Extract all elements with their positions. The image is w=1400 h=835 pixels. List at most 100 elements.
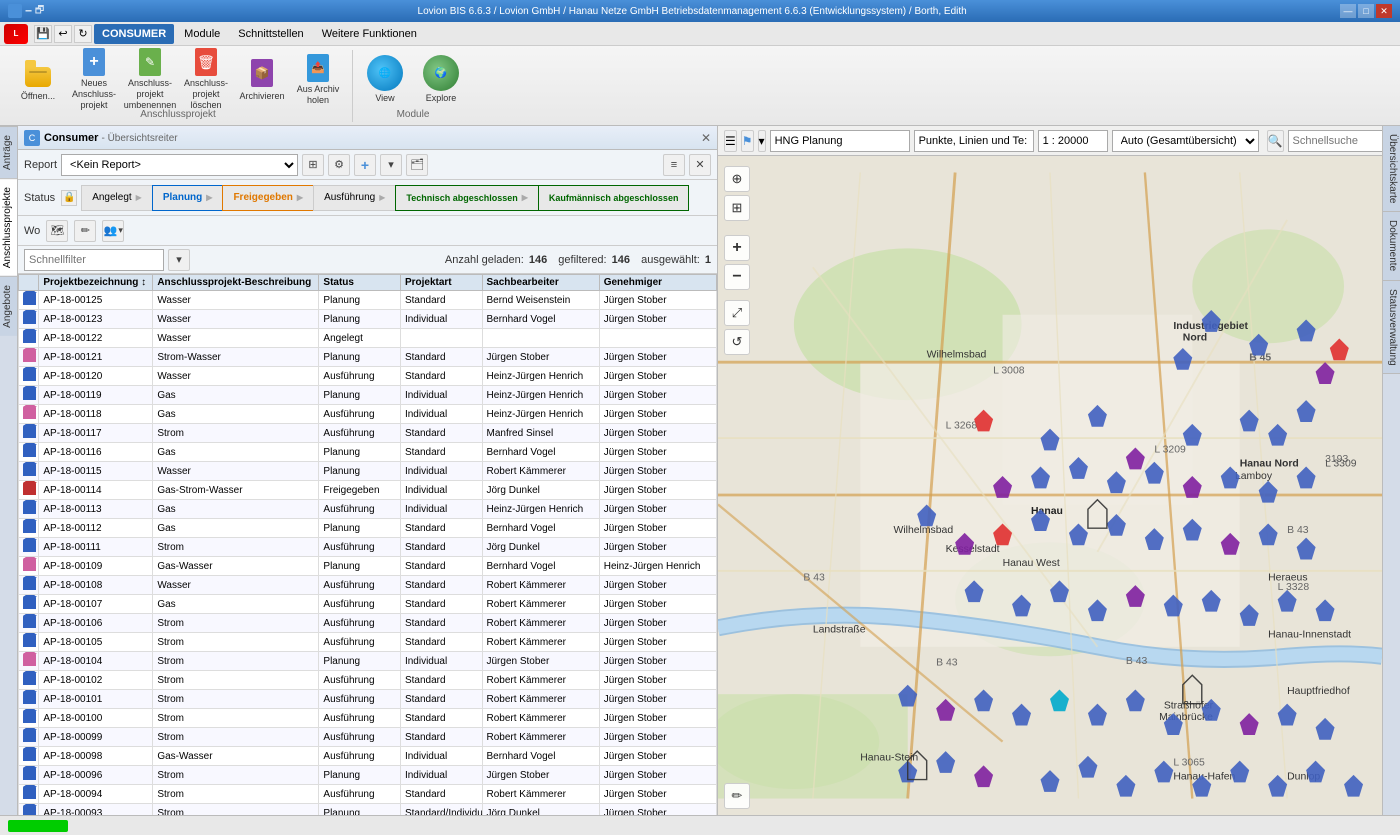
table-row[interactable]: AP-18-00104 Strom Planung Individual Jür… [19, 652, 717, 671]
table-row[interactable]: AP-18-00094 Strom Ausführung Standard Ro… [19, 785, 717, 804]
quick-access-save[interactable]: 💾 [34, 25, 52, 43]
right-tab-status[interactable]: Statusverwaltung [1383, 281, 1400, 375]
table-row[interactable]: AP-18-00105 Strom Ausführung Standard Ro… [19, 633, 717, 652]
table-row[interactable]: AP-18-00108 Wasser Ausführung Standard R… [19, 576, 717, 595]
map-zoom-in-btn[interactable]: + [724, 235, 750, 261]
report-settings-btn[interactable]: ⚙ [328, 154, 350, 176]
table-row[interactable]: AP-18-00099 Strom Ausführung Standard Ro… [19, 728, 717, 747]
table-row[interactable]: AP-18-00100 Strom Ausführung Standard Ro… [19, 709, 717, 728]
map-scale-input[interactable] [1038, 130, 1108, 152]
toolbar-btn-oeffnen[interactable]: Öffnen... [12, 52, 64, 108]
toolbar-btn-archivieren[interactable]: 📦 Archivieren [236, 52, 288, 108]
menu-item-module[interactable]: Module [176, 24, 228, 44]
close-button[interactable]: ✕ [1376, 4, 1392, 18]
map-image[interactable]: B 45 L 3268 L 3008 L 3209 B 43 B 43 B 43… [718, 156, 1382, 815]
status-btn-kaufmaennisch[interactable]: Kaufmännisch abgeschlossen [538, 185, 690, 211]
map-name-input[interactable] [770, 130, 910, 152]
report-select[interactable]: <Kein Report> [61, 154, 298, 176]
status-btn-technisch[interactable]: Technisch abgeschlossen [395, 185, 539, 211]
table-row[interactable]: AP-18-00098 Gas-Wasser Ausführung Indivi… [19, 747, 717, 766]
menu-item-schnittstellen[interactable]: Schnittstellen [230, 24, 311, 44]
report-add-btn[interactable]: + [354, 154, 376, 176]
table-row[interactable]: AP-18-00093 Strom Planung Standard/Indiv… [19, 804, 717, 816]
status-btn-planung[interactable]: Planung [152, 185, 224, 211]
table-row[interactable]: AP-18-00096 Strom Planung Individual Jür… [19, 766, 717, 785]
col-projektbezeichnung[interactable]: Projektbezeichnung ↕ [39, 275, 153, 291]
status-btn-angelegt[interactable]: Angelegt [81, 185, 153, 211]
col-genehmiger[interactable]: Genehmiger [599, 275, 716, 291]
report-menu-btn[interactable]: ≡ [663, 154, 685, 176]
restore-button[interactable]: □ [1358, 4, 1374, 18]
toolbar-btn-explore[interactable]: 🌍 Explore [415, 52, 467, 108]
schnellfilter-input[interactable] [24, 249, 164, 271]
map-zoom-out-btn[interactable]: − [724, 264, 750, 290]
table-row[interactable]: AP-18-00125 Wasser Planung Standard Bern… [19, 291, 717, 310]
map-flag-btn[interactable]: ⚑ [741, 130, 754, 152]
right-tab-dokumente[interactable]: Dokumente [1383, 212, 1400, 280]
table-row[interactable]: AP-18-00121 Strom-Wasser Planung Standar… [19, 348, 717, 367]
map-view-select[interactable]: Auto (Gesamtübersicht) [1112, 130, 1259, 152]
table-row[interactable]: AP-18-00113 Gas Ausführung Individual He… [19, 500, 717, 519]
map-arrow-btn[interactable]: ▾ [758, 130, 766, 152]
quick-access-refresh[interactable]: ↻ [74, 25, 92, 43]
report-filter-btn[interactable]: ⊞ [302, 154, 324, 176]
filter-group-btn[interactable]: 👥▾ [102, 220, 124, 242]
filter-map-btn[interactable]: 🗺 [46, 220, 68, 242]
map-rotate-btn[interactable]: ↺ [724, 329, 750, 355]
map-container[interactable]: ☰ ⚑ ▾ Auto (Gesamtübersicht) 🔍 ⛶ [718, 126, 1382, 815]
map-edit-btn[interactable]: ✏ [724, 783, 750, 809]
menu-item-weitere[interactable]: Weitere Funktionen [314, 24, 425, 44]
table-row[interactable]: AP-18-00107 Gas Ausführung Standard Robe… [19, 595, 717, 614]
table-row[interactable]: AP-18-00102 Strom Ausführung Standard Ro… [19, 671, 717, 690]
sidebar-tab-angebote[interactable]: Angebote [0, 276, 17, 336]
map-search-icon[interactable]: 🔍 [1267, 130, 1284, 152]
table-row[interactable]: AP-18-00118 Gas Ausführung Individual He… [19, 405, 717, 424]
status-btn-freigegeben[interactable]: Freigegeben [222, 185, 314, 211]
report-layers-btn[interactable]: 🗂 [406, 154, 428, 176]
table-row[interactable]: AP-18-00120 Wasser Ausführung Standard H… [19, 367, 717, 386]
table-row[interactable]: AP-18-00109 Gas-Wasser Planung Standard … [19, 557, 717, 576]
map-type-input[interactable] [914, 130, 1034, 152]
titlebar-controls[interactable]: — □ ✕ [1340, 4, 1392, 18]
row-projektbezeichnung: AP-18-00109 [39, 557, 153, 576]
sidebar-tab-antraege[interactable]: Anträge [0, 126, 17, 178]
table-row[interactable]: AP-18-00119 Gas Planung Individual Heinz… [19, 386, 717, 405]
map-nav-btn[interactable]: ☰ [724, 130, 737, 152]
map-search-input[interactable] [1288, 130, 1382, 152]
quick-access-undo[interactable]: ↩ [54, 25, 72, 43]
toolbar-btn-view[interactable]: 🌐 View [359, 52, 411, 108]
col-projektart[interactable]: Projektart [400, 275, 482, 291]
panel-close-button[interactable]: ✕ [701, 131, 711, 145]
toolbar-btn-aus-archiv[interactable]: 📤 Aus Archiv holen [292, 52, 344, 108]
map-zoom-area-btn[interactable]: ⤢ [724, 300, 750, 326]
table-row[interactable]: AP-18-00114 Gas-Strom-Wasser Freigegeben… [19, 481, 717, 500]
app-logo[interactable]: L [4, 24, 28, 44]
report-dropdown-btn[interactable]: ▾ [380, 154, 402, 176]
toolbar-btn-loeschen[interactable]: 🗑 Anschluss-projekt löschen [180, 52, 232, 108]
map-pan-btn[interactable]: ⊕ [724, 166, 750, 192]
right-tab-uebersicht[interactable]: Übersichtskarte [1383, 126, 1400, 212]
table-row[interactable]: AP-18-00116 Gas Planung Standard Bernhar… [19, 443, 717, 462]
table-row[interactable]: AP-18-00112 Gas Planung Standard Bernhar… [19, 519, 717, 538]
col-beschreibung[interactable]: Anschlussprojekt-Beschreibung [153, 275, 319, 291]
map-layers-btn[interactable]: ⊞ [724, 195, 750, 221]
sidebar-tab-anschlussprojekte[interactable]: Anschlussprojekte [0, 178, 17, 276]
minimize-button[interactable]: — [1340, 4, 1356, 18]
col-sachbearbeiter[interactable]: Sachbearbeiter [482, 275, 599, 291]
toolbar-btn-neues[interactable]: + Neues Anschluss-projekt [68, 52, 120, 108]
table-row[interactable]: AP-18-00101 Strom Ausführung Standard Ro… [19, 690, 717, 709]
report-close-btn[interactable]: ✕ [689, 154, 711, 176]
table-row[interactable]: AP-18-00106 Strom Ausführung Standard Ro… [19, 614, 717, 633]
schnellfilter-dropdown[interactable]: ▾ [168, 249, 190, 271]
menu-item-consumer[interactable]: CONSUMER [94, 24, 174, 44]
table-row[interactable]: AP-18-00122 Wasser Angelegt [19, 329, 717, 348]
col-status[interactable]: Status [319, 275, 401, 291]
table-row[interactable]: AP-18-00111 Strom Ausführung Standard Jö… [19, 538, 717, 557]
table-container[interactable]: Projektbezeichnung ↕ Anschlussprojekt-Be… [18, 274, 717, 815]
filter-draw-btn[interactable]: ✏ [74, 220, 96, 242]
table-row[interactable]: AP-18-00123 Wasser Planung Individual Be… [19, 310, 717, 329]
toolbar-btn-umbenennen[interactable]: ✎ Anschluss-projekt umbenennen [124, 52, 176, 108]
table-row[interactable]: AP-18-00115 Wasser Planung Individual Ro… [19, 462, 717, 481]
status-btn-ausfuehrung[interactable]: Ausführung [313, 185, 396, 211]
table-row[interactable]: AP-18-00117 Strom Ausführung Standard Ma… [19, 424, 717, 443]
